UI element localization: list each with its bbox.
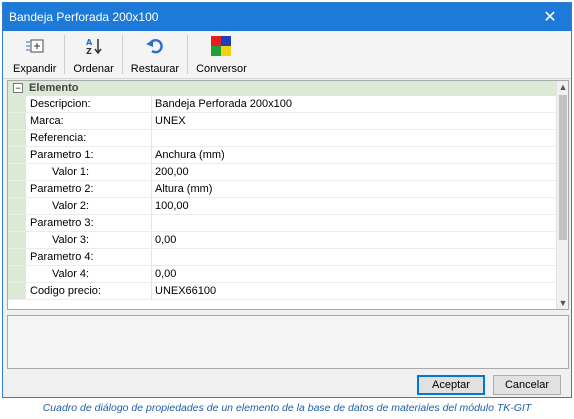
vertical-scrollbar[interactable]: ▲ ▼ bbox=[556, 81, 568, 309]
row-margin bbox=[8, 249, 26, 265]
property-grid[interactable]: − Elemento Descripcion: Bandeja Perforada… bbox=[7, 80, 569, 310]
row-margin bbox=[8, 130, 26, 146]
row-margin bbox=[8, 215, 26, 231]
window-title: Bandeja Perforada 200x100 bbox=[9, 10, 159, 24]
property-row[interactable]: Descripcion: Bandeja Perforada 200x100 bbox=[8, 96, 568, 113]
property-name: Referencia: bbox=[26, 130, 152, 146]
toolbar-separator bbox=[187, 35, 189, 74]
property-value[interactable]: UNEX66100 bbox=[152, 283, 568, 299]
restore-button[interactable]: Restaurar bbox=[125, 31, 185, 78]
property-value[interactable]: 200,00 bbox=[152, 164, 568, 180]
cancel-button[interactable]: Cancelar bbox=[493, 375, 561, 395]
converter-button[interactable]: Conversor bbox=[190, 31, 253, 78]
row-margin bbox=[8, 198, 26, 214]
scroll-up-icon[interactable]: ▲ bbox=[557, 81, 568, 93]
collapse-icon[interactable]: − bbox=[13, 83, 23, 93]
property-value[interactable] bbox=[152, 130, 568, 146]
property-value[interactable]: 0,00 bbox=[152, 266, 568, 282]
sort-button[interactable]: A Z Ordenar bbox=[67, 31, 119, 78]
property-name: Descripcion: bbox=[26, 96, 152, 112]
property-row[interactable]: Valor 2: 100,00 bbox=[8, 198, 568, 215]
property-value[interactable] bbox=[152, 249, 568, 265]
expand-button[interactable]: Expandir bbox=[7, 31, 62, 78]
property-value[interactable]: 0,00 bbox=[152, 232, 568, 248]
property-row[interactable]: Codigo precio: UNEX66100 bbox=[8, 283, 568, 300]
property-value[interactable]: Bandeja Perforada 200x100 bbox=[152, 96, 568, 112]
property-value[interactable]: Anchura (mm) bbox=[152, 147, 568, 163]
property-row[interactable]: Parametro 4: bbox=[8, 249, 568, 266]
row-margin bbox=[8, 147, 26, 163]
svg-text:Z: Z bbox=[86, 47, 92, 56]
description-panel bbox=[7, 315, 569, 369]
property-name: Marca: bbox=[26, 113, 152, 129]
scroll-down-icon[interactable]: ▼ bbox=[557, 297, 568, 309]
restore-label: Restaurar bbox=[130, 63, 180, 75]
row-margin bbox=[8, 181, 26, 197]
property-row[interactable]: Valor 1: 200,00 bbox=[8, 164, 568, 181]
property-row[interactable]: Valor 4: 0,00 bbox=[8, 266, 568, 283]
property-value[interactable] bbox=[152, 215, 568, 231]
expand-icon bbox=[24, 35, 46, 57]
category-row[interactable]: − Elemento bbox=[8, 81, 568, 96]
property-name: Codigo precio: bbox=[26, 283, 152, 299]
sort-az-icon: A Z bbox=[83, 35, 105, 57]
property-name: Valor 2: bbox=[26, 198, 152, 214]
dialog-buttons: Aceptar Cancelar bbox=[417, 375, 561, 395]
property-name: Parametro 4: bbox=[26, 249, 152, 265]
row-margin bbox=[8, 283, 26, 299]
row-margin bbox=[8, 232, 26, 248]
color-squares-icon bbox=[210, 35, 232, 57]
property-value[interactable]: 100,00 bbox=[152, 198, 568, 214]
property-name: Parametro 2: bbox=[26, 181, 152, 197]
toolbar-separator bbox=[121, 35, 123, 74]
property-value[interactable]: Altura (mm) bbox=[152, 181, 568, 197]
properties-dialog: Bandeja Perforada 200x100 ✕ Expandir A Z… bbox=[2, 2, 572, 398]
row-margin bbox=[8, 113, 26, 129]
row-margin bbox=[8, 266, 26, 282]
category-label: Elemento bbox=[29, 82, 79, 94]
property-row[interactable]: Valor 3: 0,00 bbox=[8, 232, 568, 249]
expand-label: Expandir bbox=[13, 63, 57, 75]
title-bar: Bandeja Perforada 200x100 ✕ bbox=[3, 3, 571, 31]
property-row[interactable]: Marca: UNEX bbox=[8, 113, 568, 130]
row-margin bbox=[8, 164, 26, 180]
accept-button[interactable]: Aceptar bbox=[417, 375, 485, 395]
property-row[interactable]: Parametro 1: Anchura (mm) bbox=[8, 147, 568, 164]
property-rows: Descripcion: Bandeja Perforada 200x100 Mar… bbox=[8, 96, 568, 300]
property-value[interactable]: UNEX bbox=[152, 113, 568, 129]
svg-text:A: A bbox=[86, 38, 93, 47]
property-name: Valor 4: bbox=[26, 266, 152, 282]
property-name: Parametro 1: bbox=[26, 147, 152, 163]
property-name: Valor 3: bbox=[26, 232, 152, 248]
toolbar: Expandir A Z Ordenar Restaurar Conversor bbox=[3, 31, 571, 79]
row-margin bbox=[8, 96, 26, 112]
property-row[interactable]: Parametro 2: Altura (mm) bbox=[8, 181, 568, 198]
scroll-thumb[interactable] bbox=[559, 95, 567, 240]
figure-caption: Cuadro de diálogo de propiedades de un e… bbox=[42, 402, 532, 414]
toolbar-separator bbox=[64, 35, 66, 74]
property-row[interactable]: Parametro 3: bbox=[8, 215, 568, 232]
converter-label: Conversor bbox=[196, 63, 247, 75]
property-name: Parametro 3: bbox=[26, 215, 152, 231]
sort-label: Ordenar bbox=[73, 63, 114, 75]
undo-icon bbox=[144, 35, 166, 57]
close-icon[interactable]: ✕ bbox=[537, 6, 563, 28]
property-row[interactable]: Referencia: bbox=[8, 130, 568, 147]
property-name: Valor 1: bbox=[26, 164, 152, 180]
